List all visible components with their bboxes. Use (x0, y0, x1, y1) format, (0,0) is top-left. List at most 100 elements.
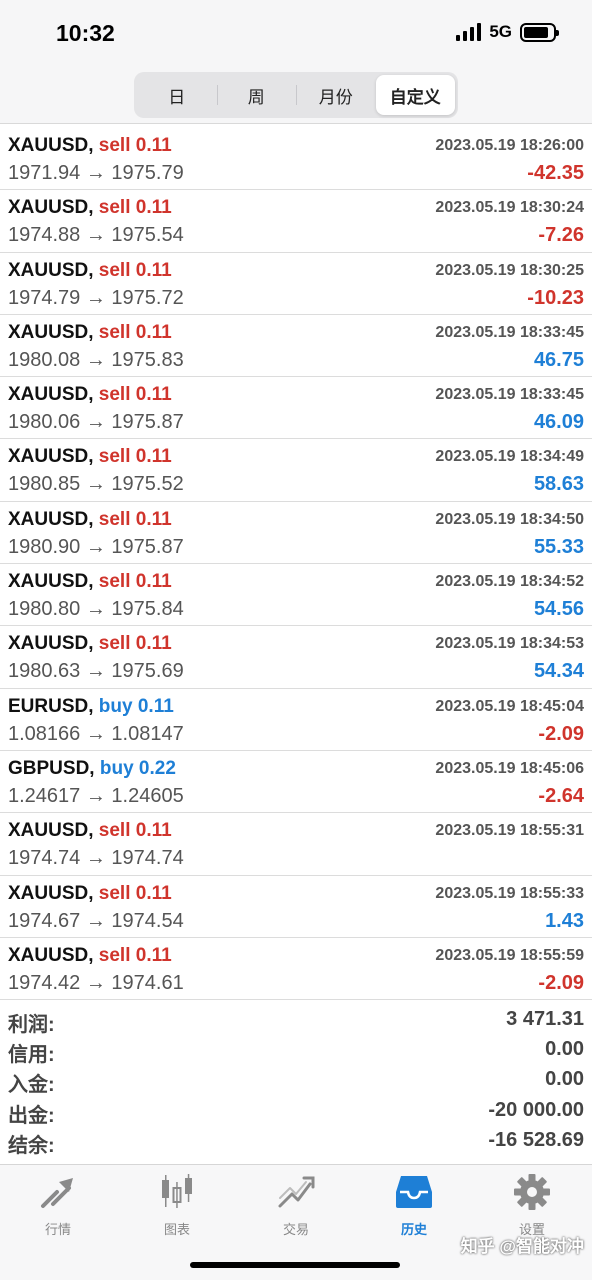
summary-label: 信用: (8, 1044, 55, 1067)
trade-row[interactable]: XAUUSD, sell 0.11 2023.05.19 18:34:53 1980… (0, 626, 592, 689)
tab-label: 图表 (163, 1222, 190, 1237)
trade-row[interactable]: XAUUSD, sell 0.11 2023.05.19 18:34:50 1980… (0, 502, 592, 565)
trade-prices: 1.24617 → 1.24605 (8, 784, 184, 807)
tab-trade[interactable]: 交易 (256, 1173, 336, 1238)
trade-symbol: XAUUSD, (8, 259, 94, 281)
trade-profit: 46.09 (533, 411, 584, 434)
trade-symbol: XAUUSD, (8, 820, 94, 842)
trade-row[interactable]: XAUUSD, sell 0.11 2023.05.19 18:26:00 1971… (0, 128, 592, 191)
trade-side: buy 0.11 (98, 695, 174, 717)
trade-side: sell 0.11 (98, 882, 172, 904)
trade-profit: 54.56 (533, 598, 584, 621)
trade-title: XAUUSD, sell 0.11 (8, 883, 172, 905)
tab-chart[interactable]: 图表 (137, 1173, 217, 1238)
summary-withdrawal-row: 出金: -20 000.00 (0, 1097, 592, 1127)
trade-symbol: XAUUSD, (8, 882, 94, 904)
trade-symbol: XAUUSD, (8, 321, 94, 343)
summary-value: -20 000.00 (488, 1098, 584, 1121)
trade-symbol: GBPUSD, (8, 757, 95, 779)
trade-title: XAUUSD, sell 0.11 (8, 322, 172, 344)
trade-prices: 1.08166 → 1.08147 (8, 722, 184, 745)
trade-timestamp: 2023.05.19 18:55:33 (435, 884, 584, 902)
trade-side: sell 0.11 (98, 571, 172, 593)
tab-settings[interactable]: 设置 (492, 1173, 572, 1238)
segment-week[interactable]: 周 (216, 75, 297, 115)
trade-side: sell 0.11 (98, 384, 172, 406)
trade-title: XAUUSD, sell 0.11 (8, 820, 172, 842)
trade-timestamp: 2023.05.19 18:33:45 (435, 323, 584, 341)
trade-row[interactable]: XAUUSD, sell 0.11 2023.05.19 18:55:33 1974… (0, 876, 592, 938)
trade-side: sell 0.11 (98, 259, 172, 281)
segment-day[interactable]: 日 (137, 75, 217, 115)
segment-custom[interactable]: 自定义 (375, 75, 455, 115)
trade-title: XAUUSD, sell 0.11 (8, 260, 172, 282)
trade-side: sell 0.11 (98, 321, 172, 343)
trade-row[interactable]: EURUSD, buy 0.11 2023.05.19 18:45:04 1.081… (0, 689, 592, 751)
trade-profit: -2.64 (538, 784, 584, 807)
summary-credit-row: 信用: 0.00 (0, 1036, 592, 1066)
trade-timestamp: 2023.05.19 18:34:49 (435, 448, 584, 466)
trade-title: XAUUSD, sell 0.11 (8, 509, 172, 531)
trade-row[interactable]: XAUUSD, sell 0.11 2023.05.19 18:33:45 1980… (0, 377, 592, 440)
trade-prices: 1980.85 → 1975.52 (8, 473, 184, 496)
trade-timestamp: 2023.05.19 18:30:24 (435, 199, 584, 217)
trade-title: XAUUSD, sell 0.11 (8, 446, 172, 468)
trade-profit: 55.33 (533, 535, 584, 558)
history-inbox-icon (374, 1173, 454, 1211)
trade-prices: 1974.67 → 1974.54 (8, 909, 184, 932)
trade-row[interactable]: XAUUSD, sell 0.11 2023.05.19 18:30:25 1974… (0, 253, 592, 315)
candlestick-chart-icon (137, 1173, 217, 1211)
segment-month[interactable]: 月份 (296, 75, 376, 115)
summary-label: 结余: (8, 1134, 55, 1157)
trade-timestamp: 2023.05.19 18:33:45 (435, 386, 584, 404)
quotes-arrow-icon (18, 1173, 98, 1211)
trade-row[interactable]: XAUUSD, sell 0.11 2023.05.19 18:30:24 1974… (0, 190, 592, 253)
period-segmented-control: 日 周 月份 自定义 (134, 72, 458, 118)
trade-timestamp: 2023.05.19 18:26:00 (435, 137, 584, 154)
trade-timestamp: 2023.05.19 18:30:25 (435, 261, 584, 279)
status-time: 10:32 (56, 20, 115, 46)
trade-row[interactable]: XAUUSD, sell 0.11 2023.05.19 18:34:52 1980… (0, 564, 592, 627)
trade-title: XAUUSD, sell 0.11 (8, 197, 172, 219)
trade-title: GBPUSD, buy 0.22 (8, 758, 176, 780)
trade-side: sell 0.11 (98, 944, 172, 966)
trade-symbol: XAUUSD, (8, 508, 94, 530)
trade-timestamp: 2023.05.19 18:45:04 (435, 697, 584, 715)
trade-side: sell 0.11 (98, 446, 172, 468)
tab-history[interactable]: 历史 (374, 1173, 454, 1238)
tab-label: 历史 (400, 1222, 427, 1237)
trade-title: XAUUSD, sell 0.11 (8, 384, 172, 406)
trade-row[interactable]: XAUUSD, sell 0.11 2023.05.19 18:34:49 1980… (0, 439, 592, 502)
trade-profit: 46.75 (533, 348, 584, 371)
trade-prices: 1980.90 → 1975.87 (8, 535, 184, 558)
trade-prices: 1971.94 → 1975.79 (8, 162, 184, 184)
trade-symbol: XAUUSD, (8, 197, 94, 219)
trade-row[interactable]: XAUUSD, sell 0.11 2023.05.19 18:55:59 1974… (0, 938, 592, 1001)
trade-prices: 1980.63 → 1975.69 (8, 660, 184, 683)
trade-row[interactable]: GBPUSD, buy 0.22 2023.05.19 18:45:06 1.246… (0, 751, 592, 814)
status-icons: 5G (456, 22, 559, 42)
network-type: 5G (489, 22, 512, 41)
summary-value: 3 471.31 (506, 1008, 584, 1030)
trade-symbol: XAUUSD, (8, 571, 94, 593)
trade-side: sell 0.11 (98, 820, 172, 842)
home-indicator[interactable] (190, 1262, 400, 1268)
trade-profit: 54.34 (533, 660, 584, 683)
trade-symbol: XAUUSD, (8, 633, 94, 655)
battery-icon (520, 22, 559, 42)
trade-trend-icon (256, 1173, 336, 1211)
account-summary: 利润: 3 471.31 信用: 0.00 入金: 0.00 出金: -20 0… (0, 1006, 592, 1157)
trade-prices: 1980.06 → 1975.87 (8, 411, 184, 434)
trade-profit: -10.23 (527, 286, 584, 309)
trade-profit: -42.35 (527, 162, 584, 184)
trade-timestamp: 2023.05.19 18:45:06 (435, 759, 584, 777)
summary-label: 出金: (8, 1104, 55, 1127)
trade-timestamp: 2023.05.19 18:55:31 (435, 822, 584, 840)
trade-symbol: XAUUSD, (8, 944, 94, 966)
trade-row[interactable]: XAUUSD, sell 0.11 2023.05.19 18:33:45 1980… (0, 315, 592, 378)
trade-title: EURUSD, buy 0.11 (8, 696, 174, 718)
trade-symbol: XAUUSD, (8, 135, 94, 156)
trade-row[interactable]: XAUUSD, sell 0.11 2023.05.19 18:55:31 1974… (0, 813, 592, 876)
tab-quotes[interactable]: 行情 (18, 1173, 98, 1238)
trade-prices: 1974.74 → 1974.74 (8, 847, 184, 870)
